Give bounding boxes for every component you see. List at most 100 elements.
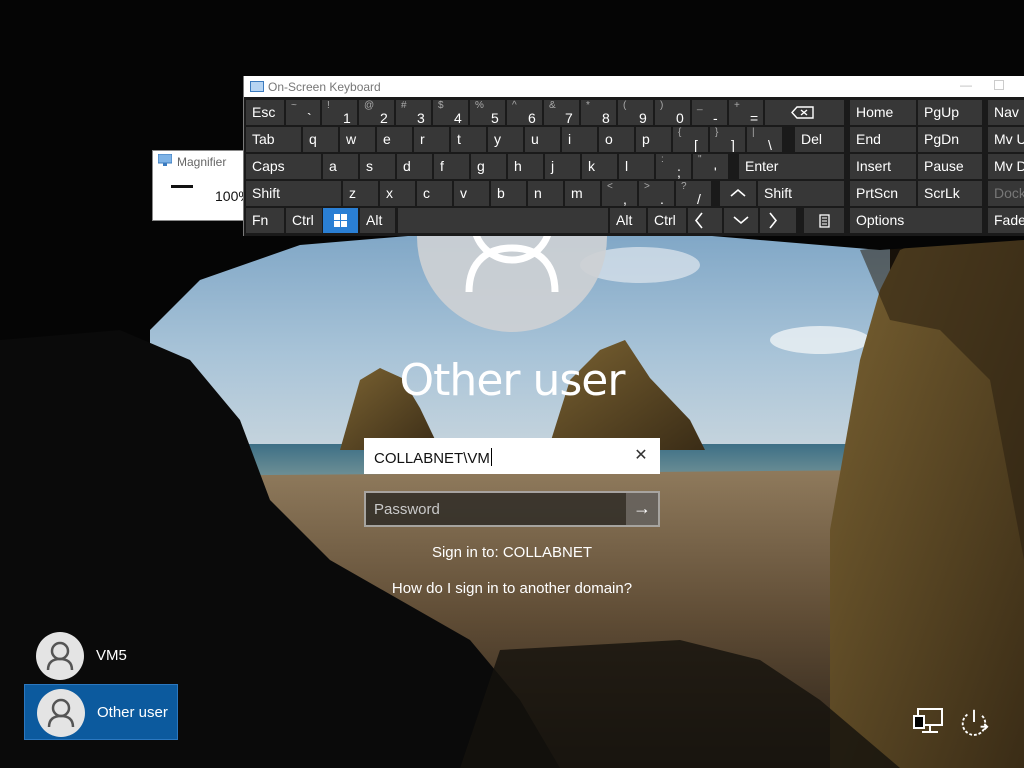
maximize-icon[interactable] bbox=[994, 80, 1004, 90]
key-insert[interactable]: Insert bbox=[850, 154, 916, 179]
key-lbracket[interactable]: {[ bbox=[673, 127, 708, 152]
key-r[interactable]: r bbox=[414, 127, 449, 152]
key-caps[interactable]: Caps bbox=[246, 154, 321, 179]
key-comma[interactable]: <, bbox=[602, 181, 637, 206]
key-fade[interactable]: Fade bbox=[988, 208, 1024, 233]
minus-icon[interactable] bbox=[171, 185, 193, 188]
key-j[interactable]: j bbox=[545, 154, 580, 179]
key-x[interactable]: x bbox=[380, 181, 415, 206]
key-prtscn[interactable]: PrtScn bbox=[850, 181, 916, 206]
key-end[interactable]: End bbox=[850, 127, 916, 152]
key-o[interactable]: o bbox=[599, 127, 634, 152]
key-5[interactable]: % 5 bbox=[470, 100, 505, 125]
key-tilde[interactable]: ~ ` bbox=[286, 100, 320, 125]
key-fn[interactable]: Fn bbox=[246, 208, 284, 233]
key-space[interactable] bbox=[398, 208, 608, 233]
key-s[interactable]: s bbox=[360, 154, 395, 179]
key-menu[interactable] bbox=[804, 208, 844, 233]
osk-titlebar[interactable]: On-Screen Keyboard — bbox=[244, 76, 1024, 97]
key-1[interactable]: ! 1 bbox=[322, 100, 357, 125]
key-esc[interactable]: Esc bbox=[246, 100, 284, 125]
key-2[interactable]: @2 bbox=[359, 100, 394, 125]
another-domain-link[interactable]: How do I sign in to another domain? bbox=[312, 580, 712, 597]
key-4[interactable]: $4 bbox=[433, 100, 468, 125]
key-h[interactable]: h bbox=[508, 154, 543, 179]
key-pgup[interactable]: PgUp bbox=[918, 100, 982, 125]
user-tile-vm5[interactable]: VM5 bbox=[24, 628, 178, 684]
key-mvup[interactable]: Mv Up bbox=[988, 127, 1024, 152]
key-c[interactable]: c bbox=[417, 181, 452, 206]
key-pgdn[interactable]: PgDn bbox=[918, 127, 982, 152]
key-shift-label: $ bbox=[438, 100, 444, 111]
key-u[interactable]: u bbox=[525, 127, 560, 152]
key-up[interactable] bbox=[720, 181, 756, 206]
key-nav[interactable]: Nav bbox=[988, 100, 1024, 125]
key-d[interactable]: d bbox=[397, 154, 432, 179]
key-scrlk[interactable]: ScrLk bbox=[918, 181, 982, 206]
key-g[interactable]: g bbox=[471, 154, 506, 179]
key-win[interactable] bbox=[323, 208, 358, 233]
key-rctrl[interactable]: Ctrl bbox=[648, 208, 686, 233]
key-down[interactable] bbox=[724, 208, 758, 233]
key-t[interactable]: t bbox=[451, 127, 486, 152]
key-backslash[interactable]: | \ bbox=[747, 127, 782, 152]
key-p[interactable]: p bbox=[636, 127, 671, 152]
username-field[interactable]: COLLABNET\VM ✕ bbox=[364, 438, 660, 474]
clear-icon[interactable]: ✕ bbox=[630, 445, 652, 467]
key-e[interactable]: e bbox=[377, 127, 412, 152]
key-enter[interactable]: Enter bbox=[739, 154, 844, 179]
key-right[interactable] bbox=[760, 208, 796, 233]
key-v[interactable]: v bbox=[454, 181, 489, 206]
network-icon[interactable] bbox=[912, 706, 944, 738]
key-rbracket[interactable]: }] bbox=[710, 127, 745, 152]
key-f[interactable]: f bbox=[434, 154, 469, 179]
key-home[interactable]: Home bbox=[850, 100, 916, 125]
key-label: Pause bbox=[924, 158, 964, 174]
key-tab[interactable]: Tab bbox=[246, 127, 301, 152]
user-tile-other-user[interactable]: Other user bbox=[24, 684, 178, 740]
key-pause[interactable]: Pause bbox=[918, 154, 982, 179]
key-left[interactable] bbox=[688, 208, 722, 233]
password-placeholder[interactable]: Password bbox=[374, 501, 440, 518]
key-3[interactable]: #3 bbox=[396, 100, 431, 125]
key-backspace[interactable] bbox=[765, 100, 844, 125]
key-w[interactable]: w bbox=[340, 127, 375, 152]
key-6[interactable]: ^ 6 bbox=[507, 100, 542, 125]
username-value[interactable]: COLLABNET\VM bbox=[374, 448, 492, 467]
key-minus[interactable]: _ - bbox=[692, 100, 727, 125]
key-k[interactable]: k bbox=[582, 154, 617, 179]
key-lctrl[interactable]: Ctrl bbox=[286, 208, 322, 233]
magnifier-window[interactable]: Magnifier 100% bbox=[152, 150, 252, 221]
key-m[interactable]: m bbox=[565, 181, 600, 206]
key-options[interactable]: Options bbox=[850, 208, 982, 233]
password-field[interactable]: Password → bbox=[364, 491, 660, 527]
key-slash[interactable]: ? / bbox=[676, 181, 711, 206]
key-mvdn[interactable]: Mv Dn bbox=[988, 154, 1024, 179]
key-equals[interactable]: + = bbox=[729, 100, 763, 125]
key-i[interactable]: i bbox=[562, 127, 597, 152]
key-semicolon[interactable]: :; bbox=[656, 154, 691, 179]
key-8[interactable]: * 8 bbox=[581, 100, 616, 125]
key-lalt[interactable]: Alt bbox=[360, 208, 395, 233]
key-ralt[interactable]: Alt bbox=[610, 208, 646, 233]
minimize-icon[interactable]: — bbox=[956, 78, 976, 94]
key-del[interactable]: Del bbox=[795, 127, 844, 152]
key-7[interactable]: & 7 bbox=[544, 100, 579, 125]
key-q[interactable]: q bbox=[303, 127, 338, 152]
key-lshift[interactable]: Shift bbox=[246, 181, 341, 206]
key-n[interactable]: n bbox=[528, 181, 563, 206]
on-screen-keyboard[interactable]: On-Screen Keyboard — Esc ~ `! 1 @2 #3 $4% 5 ^ 6 & 7… bbox=[243, 76, 1024, 236]
key-label: 3 bbox=[417, 110, 425, 125]
key-b[interactable]: b bbox=[491, 181, 526, 206]
key-rshift[interactable]: Shift bbox=[758, 181, 844, 206]
key-l[interactable]: l bbox=[619, 154, 654, 179]
key-quote[interactable]: " ' bbox=[693, 154, 728, 179]
key-9[interactable]: (9 bbox=[618, 100, 653, 125]
key-0[interactable]: ) 0 bbox=[655, 100, 690, 125]
key-a[interactable]: a bbox=[323, 154, 358, 179]
key-z[interactable]: z bbox=[343, 181, 378, 206]
power-icon[interactable] bbox=[958, 706, 990, 738]
key-y[interactable]: y bbox=[488, 127, 523, 152]
key-period[interactable]: >. bbox=[639, 181, 674, 206]
submit-arrow-button[interactable]: → bbox=[626, 493, 658, 525]
